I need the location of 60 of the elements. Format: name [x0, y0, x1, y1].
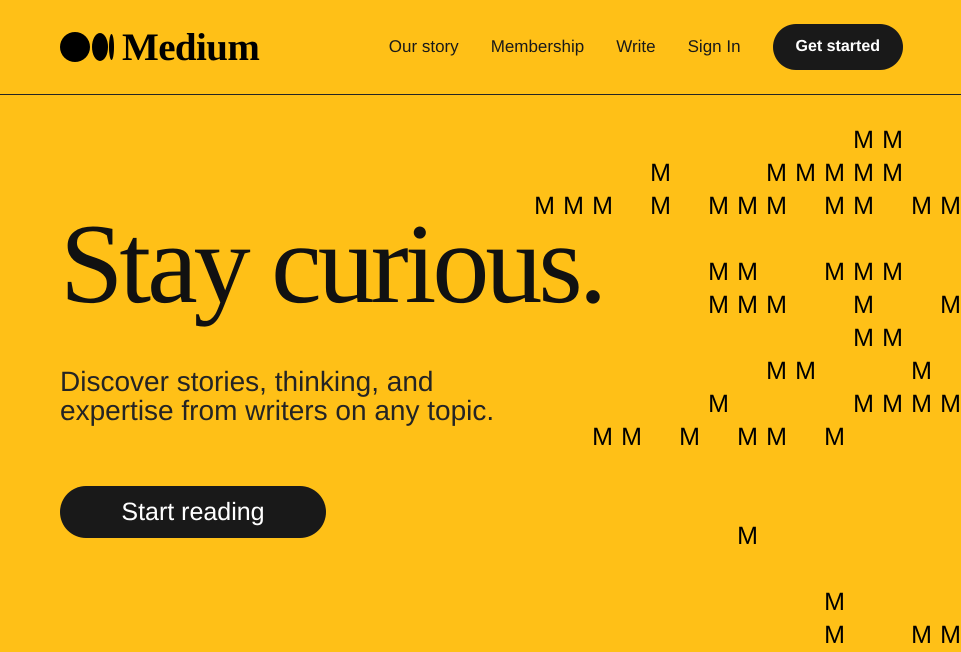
decorative-letter: M: [592, 196, 613, 216]
decorative-letter: M: [940, 196, 961, 216]
decorative-letter: M: [737, 196, 758, 216]
decorative-letter: M: [882, 394, 903, 414]
hero-subtitle: Discover stories, thinking, and expertise from writers on any topic.: [60, 367, 496, 426]
decorative-letter: M: [737, 426, 758, 446]
get-started-button[interactable]: Get started: [772, 24, 903, 70]
decorative-letter: M: [853, 196, 874, 216]
decorative-letter: M: [853, 162, 874, 182]
nav-link[interactable]: Our story: [388, 37, 459, 57]
nav-link[interactable]: Write: [616, 37, 656, 57]
decorative-letter: M: [650, 162, 671, 182]
decorative-letter: M: [882, 262, 903, 282]
decorative-letter: M: [795, 360, 816, 380]
decorative-letter: M: [911, 394, 932, 414]
decorative-letter: M: [708, 294, 729, 314]
decorative-letter: M: [824, 196, 845, 216]
decorative-letter: M: [737, 526, 758, 546]
logo-wordmark[interactable]: Medium: [122, 28, 260, 66]
decorative-letter: M: [592, 426, 613, 446]
decorative-letter: M: [824, 162, 845, 182]
nav-link[interactable]: Sign In: [688, 37, 741, 57]
decorative-letter: M: [824, 592, 845, 612]
hero-title: Stay curious.: [60, 218, 604, 329]
decorative-letter: M: [766, 196, 787, 216]
decorative-letter: M: [737, 262, 758, 282]
decorative-letter: M: [737, 294, 758, 314]
decorative-letter: M: [795, 162, 816, 182]
decorative-letter: M: [650, 196, 671, 216]
decorative-letter: M: [824, 624, 845, 644]
decorative-letter: M: [911, 624, 932, 644]
decorative-letter: M: [534, 196, 555, 216]
decorative-letter: M: [708, 394, 729, 414]
decorative-letter: M: [621, 426, 642, 446]
start-reading-button[interactable]: Start reading: [60, 486, 326, 538]
nav-link[interactable]: Membership: [490, 37, 584, 57]
decorative-letter: M: [766, 162, 787, 182]
decorative-letter: M: [853, 262, 874, 282]
decorative-letter: M: [563, 196, 584, 216]
decorative-letter: M: [853, 394, 874, 414]
decorative-letter: M: [824, 426, 845, 446]
decorative-letter: M: [766, 294, 787, 314]
decorative-letter: M: [853, 294, 874, 314]
decorative-letter: M: [911, 196, 932, 216]
circles-logo-icon[interactable]: [60, 32, 114, 62]
decorative-letter: M: [679, 426, 700, 446]
decorative-letter: M: [882, 328, 903, 348]
decorative-letter: M: [940, 624, 961, 644]
decorative-letter: M: [766, 360, 787, 380]
decorative-letter: M: [708, 196, 729, 216]
decorative-letter: M: [853, 130, 874, 150]
decorative-letter: M: [911, 360, 932, 380]
decorative-letter: M: [940, 294, 961, 314]
decorative-letter: M: [708, 262, 729, 282]
decorative-letter: M: [940, 394, 961, 414]
decorative-letter: M: [882, 162, 903, 182]
decorative-letter: M: [824, 262, 845, 282]
decorative-letter: M: [882, 130, 903, 150]
decorative-letter: M: [853, 328, 874, 348]
decorative-letter: M: [766, 426, 787, 446]
